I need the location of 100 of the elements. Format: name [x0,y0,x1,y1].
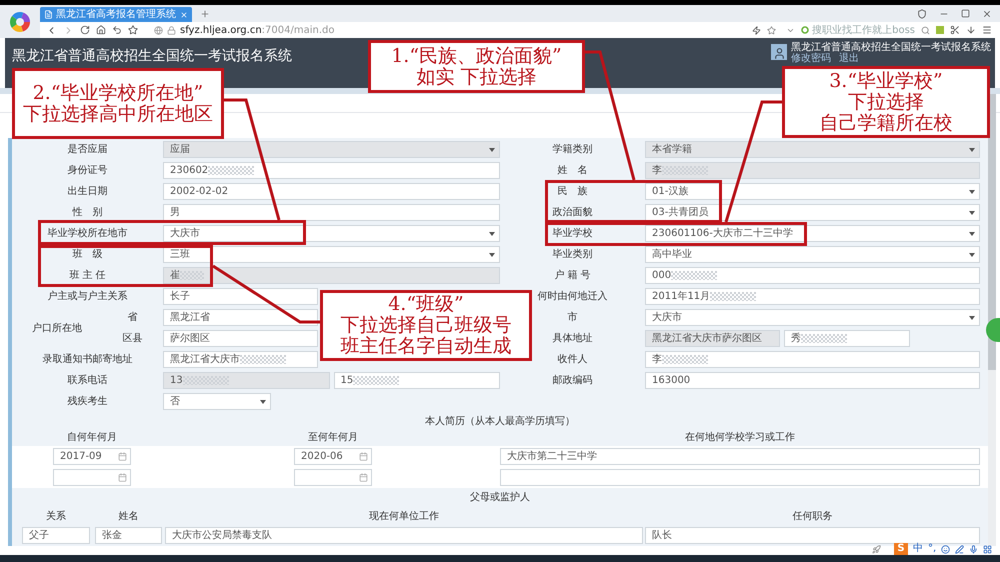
caret-icon [969,190,975,194]
date-field[interactable]: 2017-09 [53,448,131,465]
user-name: 黑龙江省普通高校招生全国统一考试报名系统 [791,42,991,53]
section-title: 父母或监护人 [470,490,530,505]
input-field[interactable]: 李 [645,351,980,368]
field-label: 毕业类别 [552,248,592,262]
caret-icon [969,252,975,256]
input-field[interactable]: 000 [645,267,980,284]
home-icon[interactable] [96,25,106,35]
smiley-icon[interactable] [941,544,950,554]
maximize-icon[interactable] [961,9,970,18]
column-header: 姓名 [118,510,138,524]
header-link[interactable]: 退出 [839,53,859,64]
column-header: 在何地何学校学习或工作 [685,430,795,444]
input-field[interactable]: 萨尔图区 [163,330,318,347]
shield-icon[interactable] [917,8,927,18]
select-field[interactable]: 01-汉族 [645,183,980,200]
star-icon[interactable] [767,26,776,34]
field-label: 收件人 [558,353,588,367]
input-field[interactable]: 父子 [22,527,90,544]
field-label: 身份证号 [68,164,108,178]
field-label: 班 主 任 [69,268,106,283]
browser-logo-icon [9,10,31,32]
scissors-icon[interactable] [950,25,960,35]
column-header: 至何年何月 [308,430,358,444]
select-field[interactable]: 大庆市 [645,309,980,326]
field-label: 残疾考生 [68,394,108,409]
caret-icon [489,148,495,152]
date-field[interactable]: 2020-06 [294,448,372,465]
search-icon[interactable] [921,26,930,34]
input-field[interactable]: 黑龙江省 [163,309,318,326]
field-label: 出生日期 [68,184,108,199]
input-field[interactable]: 男 [163,204,500,221]
ime-punctuation[interactable]: °, [928,543,936,555]
field-label: 政治面貌 [552,206,592,220]
select-field[interactable]: 高中毕业 [645,246,980,263]
input-field[interactable]: 2002-02-02 [163,183,500,200]
input-field[interactable]: 2011年11月 [645,288,980,305]
rocket-icon[interactable] [872,544,881,554]
date-field[interactable] [53,469,131,486]
new-tab-icon[interactable] [200,8,210,18]
column-header: 自何年何月 [67,430,117,444]
caret-icon [969,232,975,236]
input-field[interactable]: 大庆市第二十三中学 [500,448,980,465]
field-label: 户主或与户主关系 [48,290,128,304]
column-header: 任何职务 [792,510,832,524]
select-field[interactable]: 否 [163,393,271,410]
calendar-icon [359,473,368,482]
input-field[interactable]: 大庆市公安局禁毒支队 [165,527,643,544]
callout-box: 1.“民族、政治面貌” 如实 下拉选择 [368,40,585,93]
ring-icon [801,26,810,34]
select-field[interactable]: 三班 [163,246,500,263]
caret-icon [969,210,975,214]
input-field[interactable]: 张金 [95,527,162,544]
calendar-icon [118,473,127,482]
field-label: 姓 名 [558,164,588,178]
field-label: 邮政编码 [552,374,592,388]
field-label: 省 [128,310,138,325]
calendar-icon [118,452,127,461]
callout-box: 4.“班级” 下拉选择自己班级号 班主任名字自动生成 [320,290,532,361]
field-label: 具体地址 [552,332,592,346]
star-icon[interactable] [128,25,138,35]
field-label: 学籍类别 [552,142,592,157]
section-title: 本人简历（从本人最高学历填写） [425,416,575,428]
caret-icon [969,316,975,320]
field-label: 户 籍 号 [554,268,591,283]
input-field[interactable]: 长子 [163,288,318,305]
close-icon[interactable] [180,10,188,18]
field-label: 何时由何地迁入 [538,290,608,304]
input-field[interactable]: 黑龙江省大庆市 [163,351,318,368]
select-field[interactable]: 大庆市 [163,225,500,242]
input-field[interactable]: 秀 [784,330,910,347]
callout-box: 2.“毕业学校所在地” 下拉选择高中所在地区 [12,68,224,139]
select-field[interactable]: 230601106-大庆市二十三中学 [645,225,980,242]
download-icon[interactable] [966,25,976,35]
input-field[interactable]: 15 [334,372,500,389]
microphone-icon[interactable] [969,544,978,554]
callout-box: 3.“毕业学校” 下拉选择 自己学籍所在校 [782,66,990,138]
close-icon[interactable] [982,8,992,18]
input-field[interactable]: 队长 [645,527,980,544]
field-label: 性 别 [72,206,102,220]
field-label: 联系电话 [68,374,108,388]
select-field[interactable]: 03-共青团员 [645,204,980,221]
url-field[interactable]: sfyz.hljea.org.cn:7004/main.do [154,22,746,38]
menu-icon[interactable] [982,25,992,35]
input-field[interactable]: 163000 [645,372,980,389]
calendar-icon [359,452,368,461]
caret-icon [969,148,975,152]
input-field[interactable]: 230602 [163,162,500,179]
ime-mode[interactable]: 中 [913,543,923,555]
pen-icon[interactable] [955,544,964,554]
grid-icon[interactable] [983,544,992,554]
lightning-icon[interactable] [752,26,762,34]
undo-icon[interactable] [112,25,122,35]
date-field[interactable] [294,469,372,486]
header-link[interactable]: 修改密码 [791,53,831,64]
input-field[interactable] [500,469,980,486]
column-header: 现在何单位工作 [369,510,439,524]
app-title: 黑龙江省普通高校招生全国统一考试报名系统 [12,47,292,64]
reload-icon[interactable] [80,25,90,35]
